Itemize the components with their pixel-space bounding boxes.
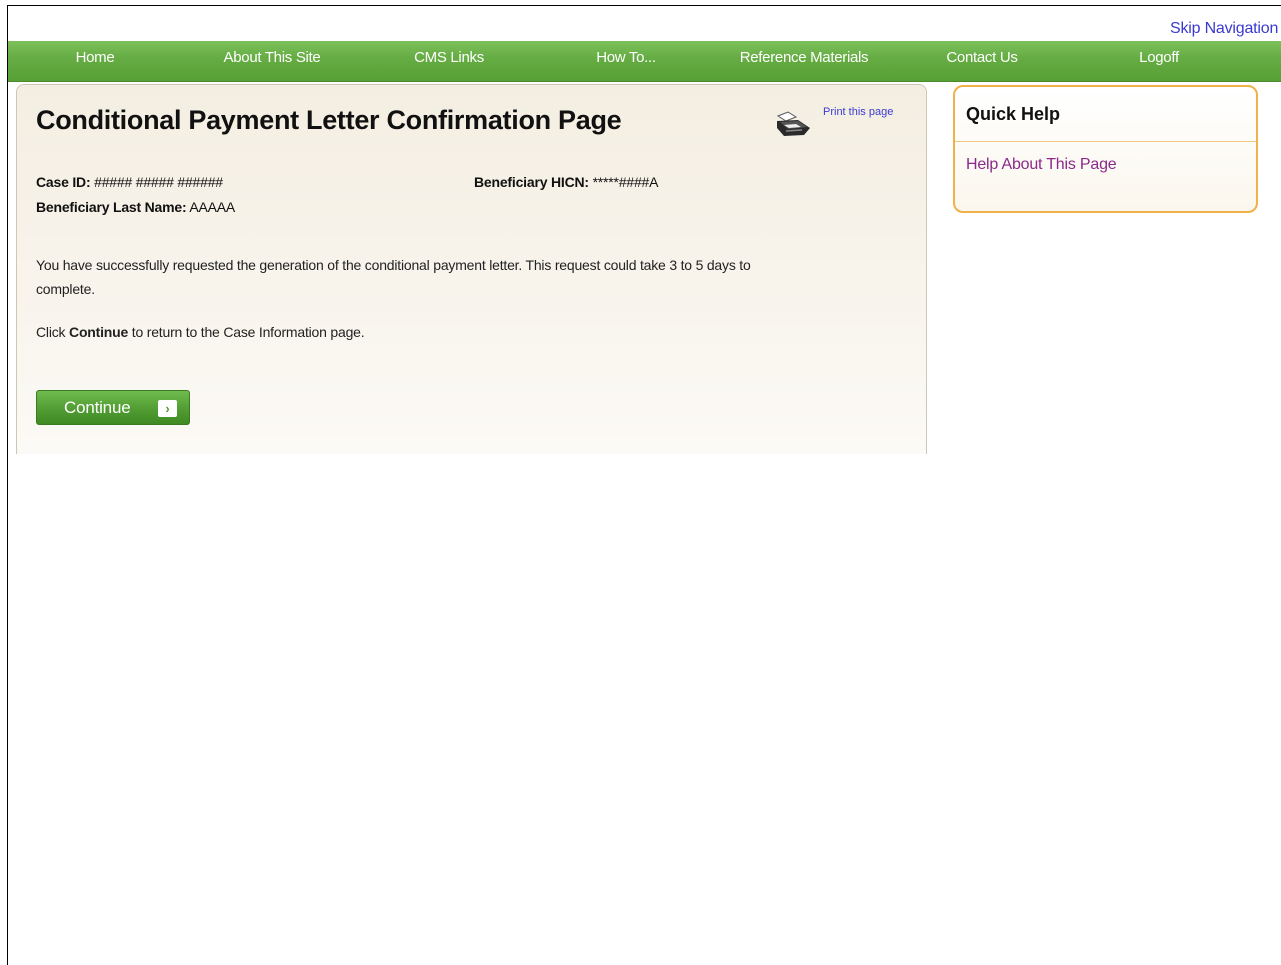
hicn-label: Beneficiary HICN: — [474, 174, 589, 190]
nav-contact-us[interactable]: Contact Us — [946, 41, 1018, 74]
confirmation-message: You have successfully requested the gene… — [36, 253, 751, 301]
message-line-2: complete. — [36, 281, 95, 297]
case-id-field: Case ID: ##### ##### ###### — [36, 174, 223, 190]
hicn-field: Beneficiary HICN: *****####A — [474, 174, 658, 190]
confirmation-panel: Conditional Payment Letter Confirmation … — [16, 84, 927, 454]
continue-button[interactable]: Continue › — [36, 390, 190, 425]
instruction-suffix: to return to the Case Information page. — [128, 324, 365, 340]
main-nav: Home About This Site CMS Links How To...… — [8, 41, 1281, 82]
nav-reference-materials[interactable]: Reference Materials — [740, 41, 869, 74]
print-page-link[interactable]: Print this page — [823, 106, 893, 118]
quick-help-title: Quick Help — [966, 104, 1061, 124]
nav-home[interactable]: Home — [76, 41, 115, 74]
printer-icon[interactable] — [774, 108, 812, 138]
case-id-value: ##### ##### ###### — [94, 174, 223, 190]
hicn-value: *****####A — [592, 174, 659, 190]
nav-cms-links[interactable]: CMS Links — [414, 41, 484, 74]
instruction-bold: Continue — [69, 324, 129, 340]
last-name-label: Beneficiary Last Name: — [36, 199, 187, 215]
quick-help-divider — [955, 141, 1256, 142]
nav-how-to[interactable]: How To... — [596, 41, 656, 74]
nav-about-this-site[interactable]: About This Site — [224, 41, 321, 74]
help-about-this-page-link[interactable]: Help About This Page — [966, 156, 1117, 174]
instruction-prefix: Click — [36, 324, 70, 340]
skip-navigation-link[interactable]: Skip Navigation — [1170, 20, 1278, 38]
last-name-value: AAAAA — [189, 199, 236, 215]
arrow-right-icon: › — [158, 400, 177, 417]
continue-instruction: Click Continue to return to the Case Inf… — [36, 320, 365, 344]
case-id-label: Case ID: — [36, 174, 91, 190]
quick-help-panel: Quick Help Help About This Page — [953, 85, 1258, 213]
nav-logoff[interactable]: Logoff — [1139, 41, 1179, 74]
continue-button-label: Continue — [64, 398, 131, 417]
last-name-field: Beneficiary Last Name: AAAAA — [36, 199, 235, 215]
message-line-1: You have successfully requested the gene… — [36, 257, 751, 273]
page-title: Conditional Payment Letter Confirmation … — [36, 105, 622, 135]
